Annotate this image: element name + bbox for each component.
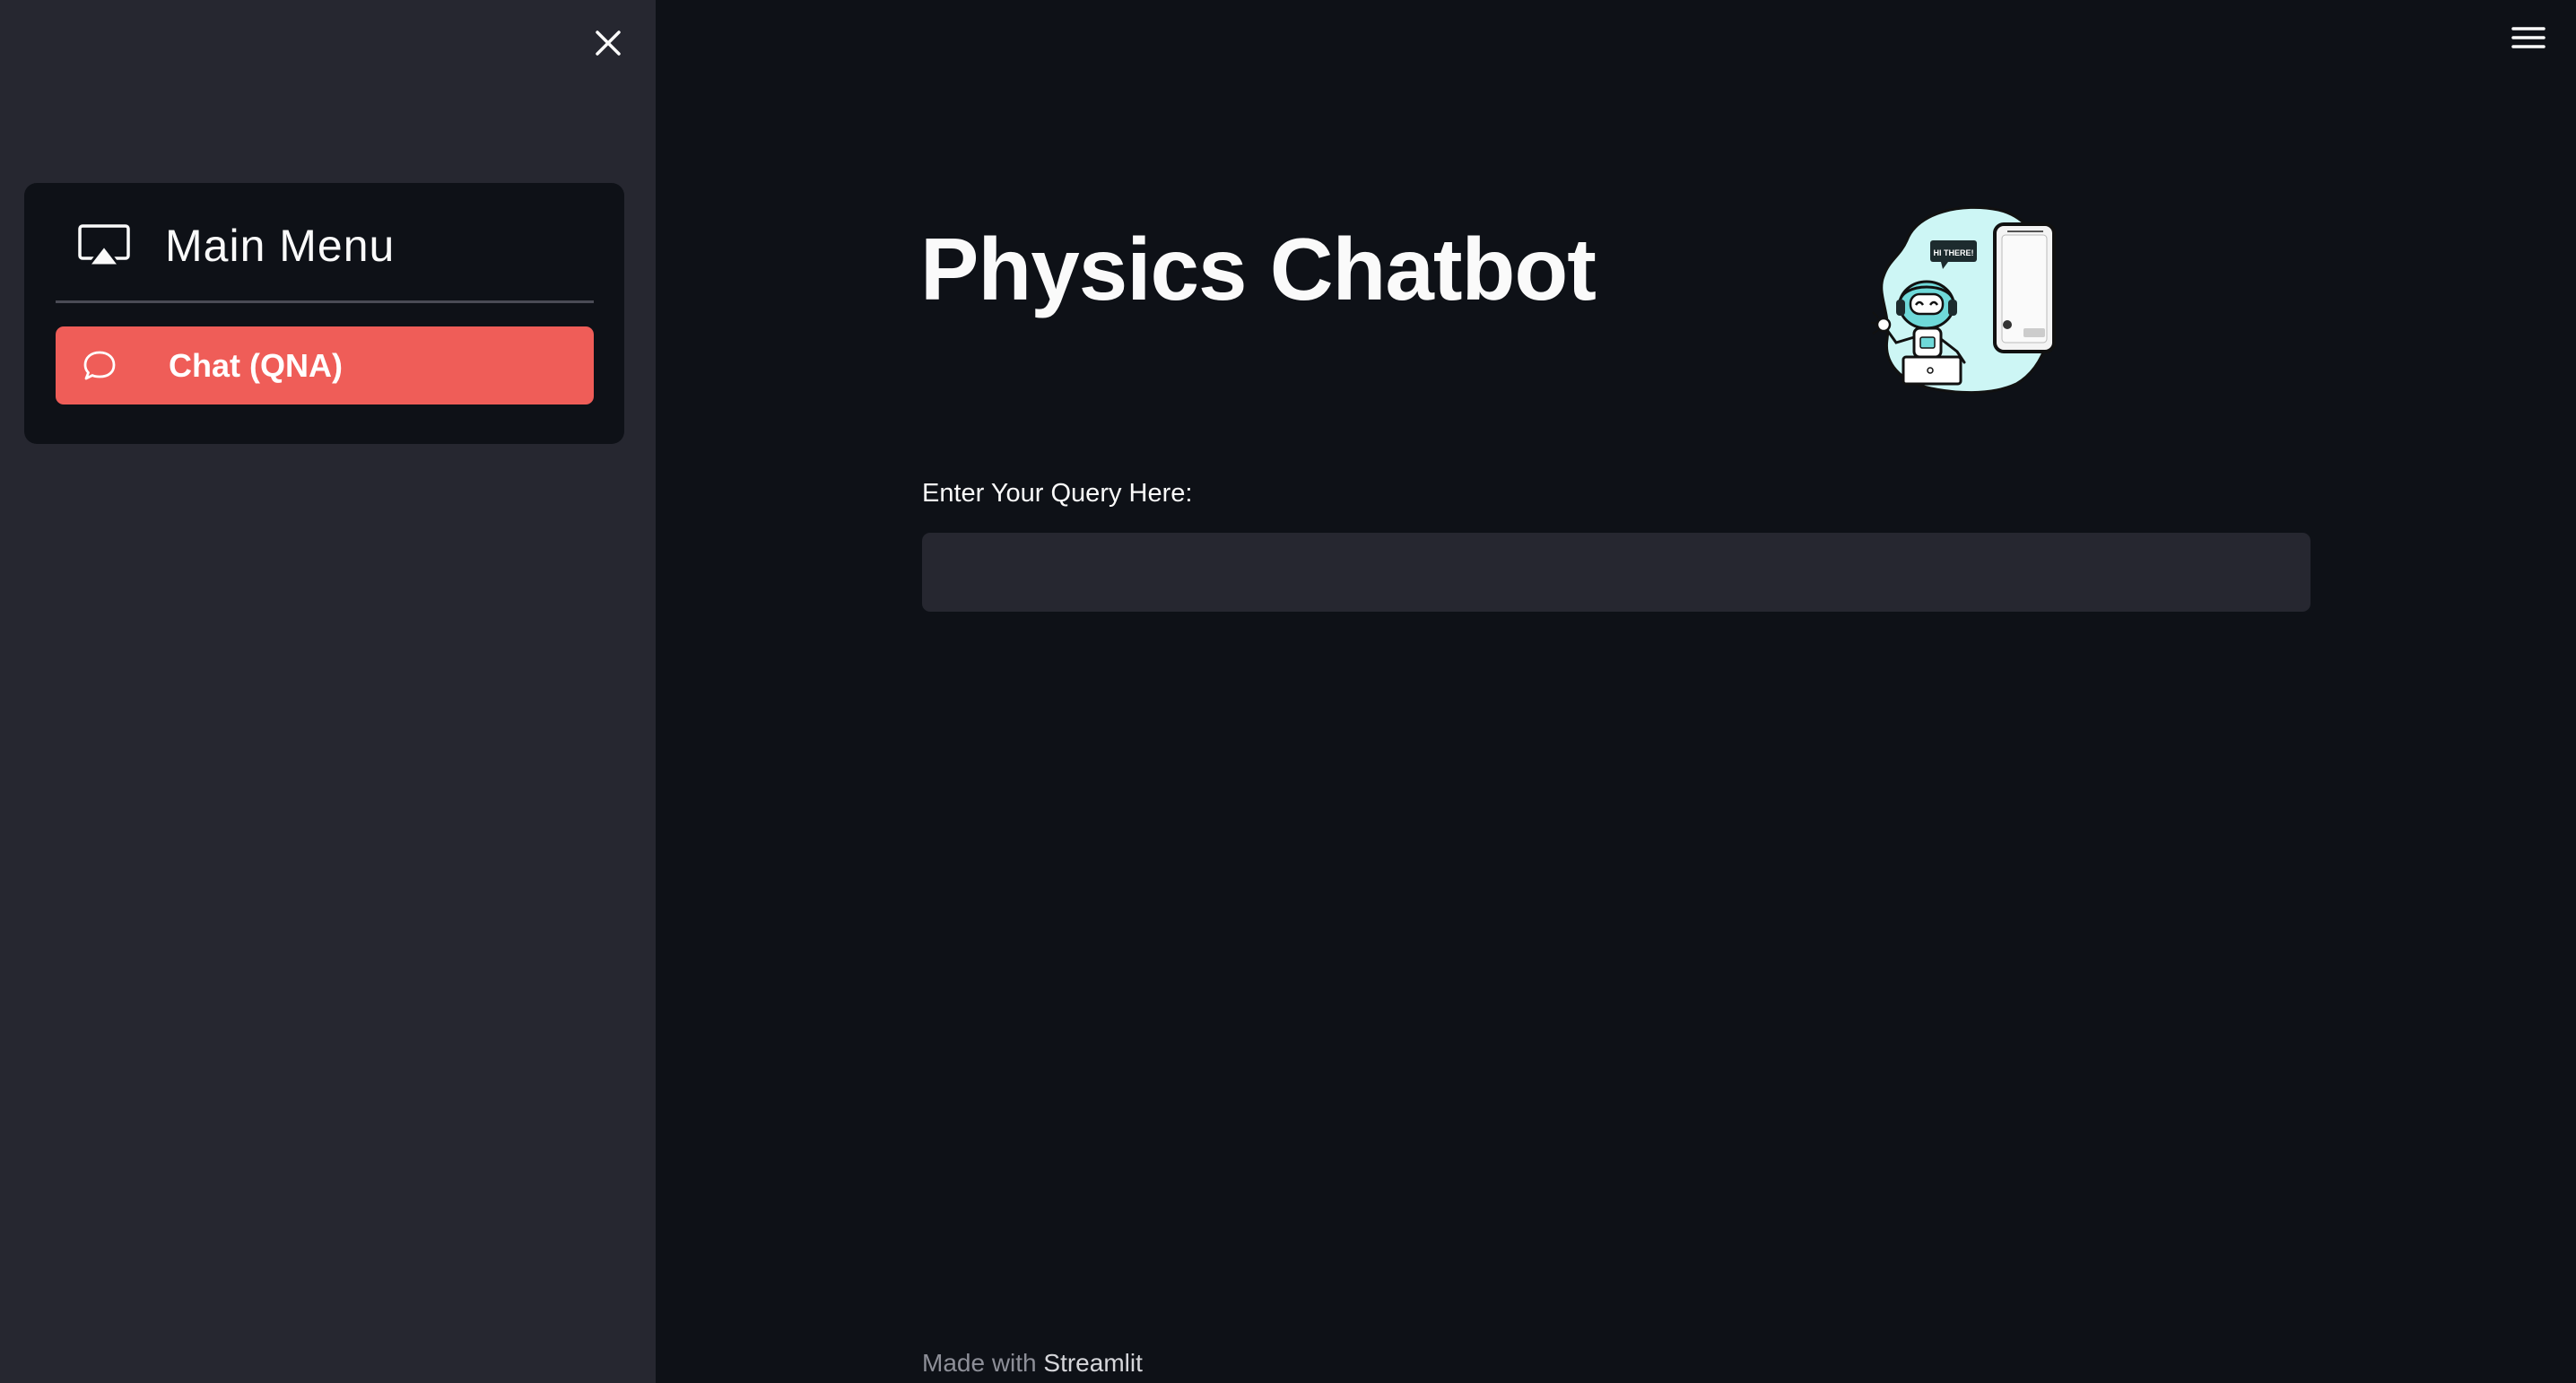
sidebar-close-button[interactable] [588,23,628,63]
svg-text:HI THERE!: HI THERE! [1934,248,1974,257]
query-input-label: Enter Your Query Here: [922,479,1193,508]
option-menu: Main Menu Chat (QNA) [24,183,624,444]
cast-icon [78,224,130,267]
app-root: Main Menu Chat (QNA) Physics Chatbot HI … [0,0,2576,1383]
streamlit-link[interactable]: Streamlit [1043,1349,1142,1377]
menu-title: Main Menu [165,221,396,271]
robot-chat-illustration: HI THERE! [1871,205,2056,395]
footer: Made with Streamlit [922,1345,1143,1381]
hamburger-icon[interactable] [2510,22,2547,54]
chat-icon [83,351,116,380]
menu-item-chat-qna[interactable]: Chat (QNA) [56,326,594,404]
page-title: Physics Chatbot [920,220,1597,318]
close-icon [596,30,621,56]
sidebar: Main Menu Chat (QNA) [0,0,656,1383]
query-input[interactable] [922,533,2311,612]
footer-prefix: Made with [922,1349,1037,1377]
menu-divider [56,300,594,303]
menu-item-label: Chat (QNA) [169,347,343,384]
menu-header: Main Menu [24,183,624,300]
